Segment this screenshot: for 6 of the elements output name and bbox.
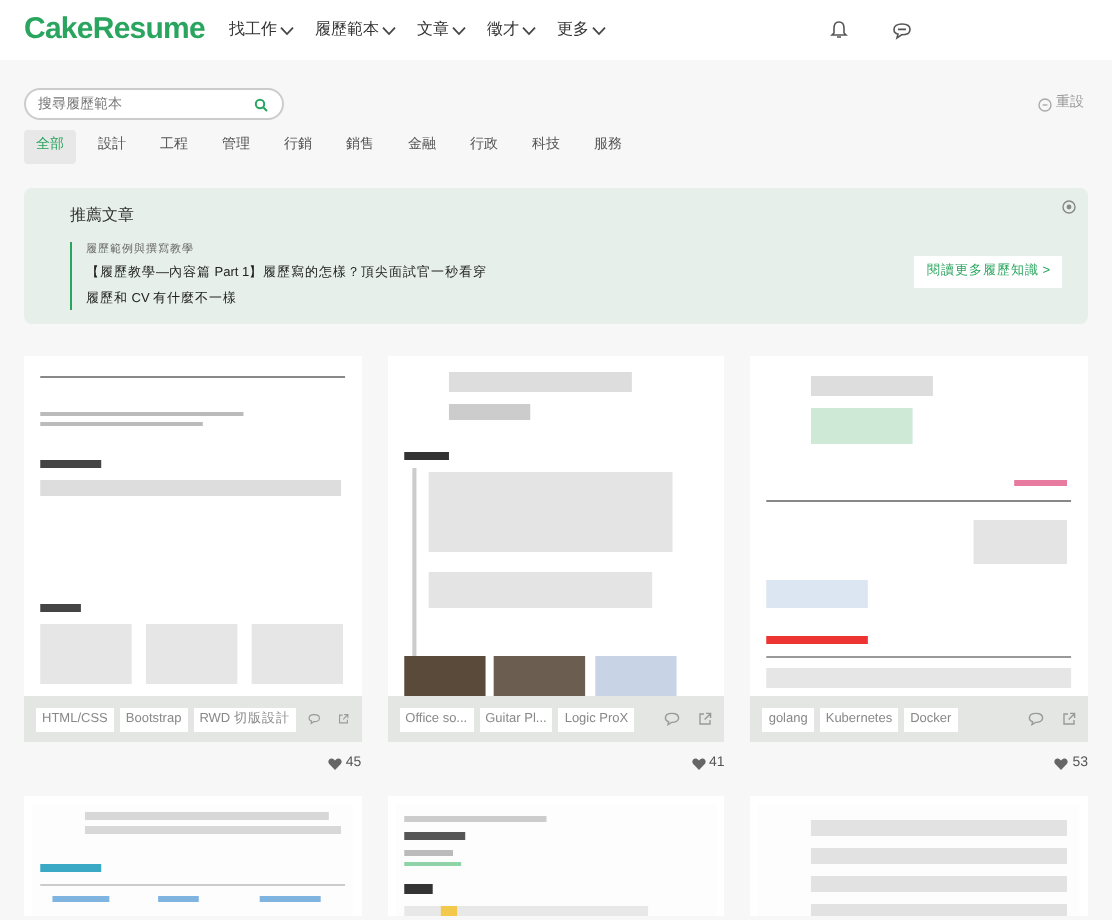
- nav-menu[interactable]: 更多: [556, 18, 607, 42]
- nav-menu[interactable]: 履歷範本: [314, 18, 397, 42]
- nav-menu[interactable]: 文章: [416, 18, 467, 42]
- banner-title: 推薦文章: [70, 204, 136, 228]
- nav-menu[interactable]: 徵才: [486, 18, 537, 42]
- nav-menu[interactable]: 找工作: [228, 18, 295, 42]
